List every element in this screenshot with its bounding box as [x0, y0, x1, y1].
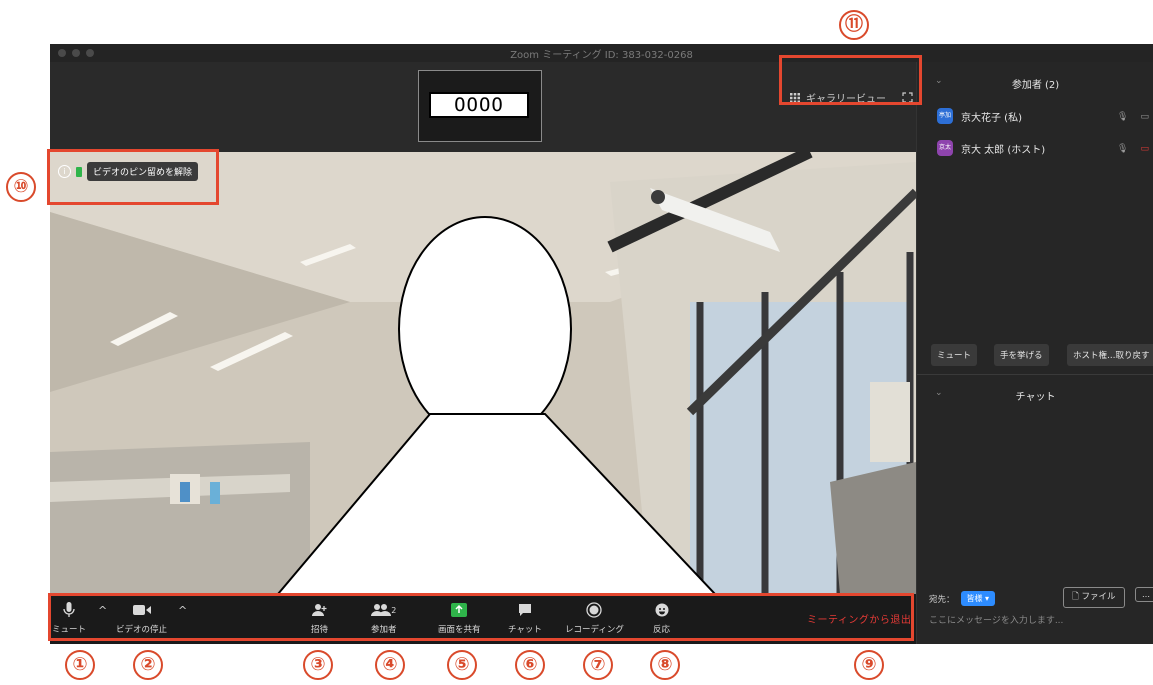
recipient-value: 皆様 [966, 594, 983, 603]
callout-3: ③ [303, 650, 333, 680]
file-icon: 🗋 [1072, 592, 1079, 602]
camera-off-icon[interactable]: ▭ [1140, 144, 1149, 154]
window-title: Zoom ミーティング ID: 383-032-0268 [510, 50, 693, 61]
participant-1-status: 🎙 ▭ [1117, 112, 1149, 122]
avatar: 京太 [937, 140, 953, 156]
more-options-button[interactable]: … [1135, 587, 1153, 602]
title-bar: Zoom ミーティング ID: 383-032-0268 [50, 44, 1153, 62]
participants-header: 参加者 (2) [1011, 80, 1060, 91]
chat-input[interactable]: ここにメッセージを入力します... [929, 613, 1063, 626]
file-label: ファイル [1081, 592, 1116, 602]
callout-2: ② [133, 650, 163, 680]
participant-name: 京大花子 (私) [961, 112, 1022, 124]
participant-row-2[interactable]: 京太 京大 太郎 (ホスト) [937, 140, 1045, 156]
zoom-window: Zoom ミーティング ID: 383-032-0268 OOOO ギャラリービ… [50, 44, 1153, 644]
callout-5: ⑤ [447, 650, 477, 680]
participant-2-status: 🎙 ▭ [1117, 144, 1149, 154]
recipient-dropdown[interactable]: 皆様 ▾ [960, 591, 996, 606]
participant-row-1[interactable]: 亭加 京大花子 (私) [937, 108, 1022, 124]
chat-header: チャット [1015, 392, 1056, 403]
avatar: 亭加 [937, 108, 953, 124]
mute-all-button[interactable]: ミュート [931, 344, 978, 366]
toolbar-highlight [48, 593, 914, 641]
callout-9: ⑨ [854, 650, 884, 680]
side-panel: ⌄ 参加者 (2) 亭加 京大花子 (私) 🎙 ▭ 京太 京大 太郎 (ホスト)… [916, 62, 1153, 644]
camera-icon[interactable]: ▭ [1140, 112, 1149, 122]
callout-11: ⑪ [839, 10, 869, 40]
callout-1: ① [65, 650, 95, 680]
microphone-icon[interactable]: 🎙 [1117, 112, 1128, 122]
gallery-view-highlight [779, 55, 922, 105]
main-video: i ビデオのピン留めを解除 [50, 152, 916, 594]
chat-to-label: 宛先： [929, 594, 955, 605]
raise-hand-button[interactable]: 手を挙げる [994, 344, 1049, 366]
participant-name: 京大 太郎 (ホスト) [961, 144, 1046, 156]
callout-6: ⑥ [515, 650, 545, 680]
callout-10: ⑩ [6, 172, 36, 202]
microphone-icon[interactable]: 🎙 [1117, 144, 1128, 154]
participant-thumbnail[interactable]: OOOO [418, 70, 542, 142]
office-video-feed [50, 152, 916, 594]
callout-8: ⑧ [650, 650, 680, 680]
unpin-highlight [47, 149, 219, 205]
callout-4: ④ [375, 650, 405, 680]
divider [917, 374, 1153, 375]
chat-recipient: 宛先： 皆様 ▾ [929, 591, 996, 606]
reclaim-host-button[interactable]: ホスト権…取り戻す [1067, 344, 1153, 366]
thumbnail-name: OOOO [429, 92, 529, 118]
file-button[interactable]: 🗋 ファイル [1063, 587, 1125, 608]
callout-7: ⑦ [583, 650, 613, 680]
